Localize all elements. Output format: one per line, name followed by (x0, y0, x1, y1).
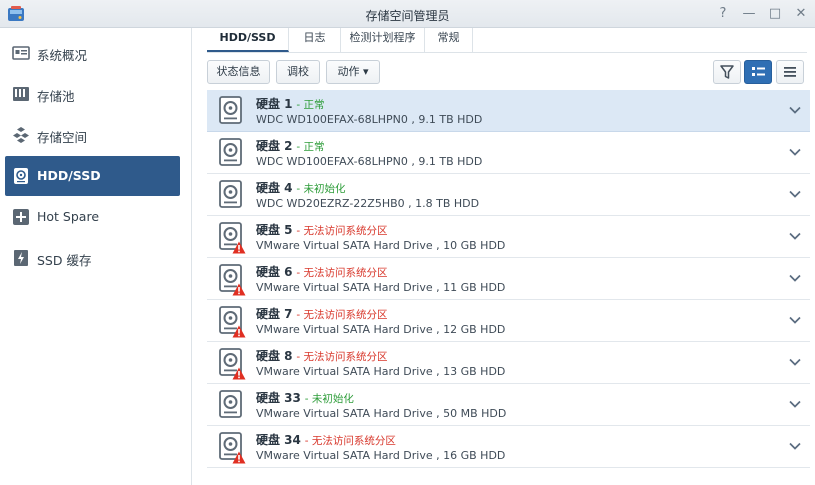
sidebar-item-label: Hot Spare (37, 209, 100, 224)
disk-name: 硬盘 33 (256, 391, 301, 405)
status-info-button[interactable]: 状态信息 (207, 60, 270, 84)
disk-status: - 正常 (296, 141, 325, 153)
warning-icon (232, 241, 246, 254)
disk-row[interactable]: 硬盘 33 - 未初始化 VMware Virtual SATA Hard Dr… (207, 384, 810, 426)
disk-description: VMware Virtual SATA Hard Drive , 12 GB H… (256, 323, 506, 336)
disk-row[interactable]: 硬盘 8 - 无法访问系统分区 VMware Virtual SATA Hard… (207, 342, 810, 384)
tab-bar: HDD/SSD 日志 检测计划程序 常规 (207, 28, 807, 53)
sidebar-item-volume[interactable]: 存储空间 (5, 115, 180, 155)
disk-description: VMware Virtual SATA Hard Drive , 11 GB H… (256, 281, 506, 294)
disk-status: - 正常 (296, 99, 325, 111)
hdd-icon (14, 168, 28, 184)
warning-icon (232, 325, 246, 338)
disk-name: 硬盘 5 (256, 223, 293, 237)
disk-name: 硬盘 34 (256, 433, 301, 447)
tab-log[interactable]: 日志 (289, 28, 341, 52)
disk-name: 硬盘 4 (256, 181, 293, 195)
detail-view-button[interactable] (744, 60, 772, 84)
sidebar-item-label: 存储空间 (37, 130, 88, 145)
disk-description: VMware Virtual SATA Hard Drive , 16 GB H… (256, 449, 506, 462)
disk-status: - 未初始化 (296, 183, 346, 195)
disk-row[interactable]: 硬盘 2 - 正常 WDC WD100EFAX-68LHPN0 , 9.1 TB… (207, 132, 810, 174)
sidebar-item-label: HDD/SSD (37, 168, 101, 183)
filter-button[interactable] (713, 60, 741, 84)
chevron-down-icon[interactable] (788, 103, 802, 117)
disk-row[interactable]: 硬盘 5 - 无法访问系统分区 VMware Virtual SATA Hard… (207, 216, 810, 258)
hard-disk-icon (219, 96, 242, 124)
sidebar-item-hdd-ssd[interactable]: HDD/SSD (5, 156, 180, 196)
disk-row[interactable]: 硬盘 1 - 正常 WDC WD100EFAX-68LHPN0 , 9.1 TB… (207, 90, 810, 132)
disk-row[interactable]: 硬盘 6 - 无法访问系统分区 VMware Virtual SATA Hard… (207, 258, 810, 300)
chevron-down-icon[interactable] (788, 229, 802, 243)
sidebar-item-hot-spare[interactable]: Hot Spare (5, 197, 180, 237)
title-bar: 存储空间管理员 ? — □ ✕ (0, 0, 815, 28)
disk-description: WDC WD100EFAX-68LHPN0 , 9.1 TB HDD (256, 113, 483, 126)
chevron-down-icon[interactable] (788, 397, 802, 411)
chevron-down-icon[interactable] (788, 439, 802, 453)
calibrate-button[interactable]: 调校 (276, 60, 320, 84)
disk-description: WDC WD100EFAX-68LHPN0 , 9.1 TB HDD (256, 155, 483, 168)
chevron-down-icon[interactable] (788, 355, 802, 369)
sidebar: 系统概况 存储池 存储空间 HDD/SSD Hot Spare SSD 缓存 (0, 28, 192, 485)
hard-disk-icon (219, 138, 242, 166)
sidebar-item-ssd-cache[interactable]: SSD 缓存 (5, 238, 180, 278)
minimize-button[interactable]: — (740, 5, 758, 23)
volume-icon (13, 127, 29, 143)
disk-description: VMware Virtual SATA Hard Drive , 50 MB H… (256, 407, 507, 420)
sidebar-item-overview[interactable]: 系统概况 (5, 33, 180, 73)
hot-spare-icon (13, 209, 29, 225)
action-dropdown-button[interactable]: 动作 ▾ (326, 60, 380, 84)
sidebar-item-label: 存储池 (37, 89, 75, 104)
chevron-down-icon[interactable] (788, 187, 802, 201)
disk-status: - 无法访问系统分区 (296, 225, 388, 237)
tab-hdd-ssd[interactable]: HDD/SSD (207, 28, 289, 52)
hard-disk-icon (219, 180, 242, 208)
disk-description: WDC WD20EZRZ-22Z5HB0 , 1.8 TB HDD (256, 197, 480, 210)
ssd-cache-icon (14, 250, 28, 266)
disk-status: - 无法访问系统分区 (296, 309, 388, 321)
sidebar-item-storage-pool[interactable]: 存储池 (5, 74, 180, 114)
list-view-button[interactable] (776, 60, 804, 84)
disk-name: 硬盘 7 (256, 307, 293, 321)
chevron-down-icon[interactable] (788, 271, 802, 285)
tab-test-scheduler[interactable]: 检测计划程序 (341, 28, 425, 52)
sidebar-item-label: SSD 缓存 (37, 253, 92, 268)
disk-row[interactable]: 硬盘 7 - 无法访问系统分区 VMware Virtual SATA Hard… (207, 300, 810, 342)
warning-icon (232, 283, 246, 296)
disk-name: 硬盘 8 (256, 349, 293, 363)
chevron-down-icon[interactable] (788, 145, 802, 159)
detail-list-icon (752, 67, 765, 76)
sidebar-item-label: 系统概况 (37, 48, 88, 63)
hard-disk-icon (219, 390, 242, 418)
tab-general[interactable]: 常规 (425, 28, 473, 52)
chevron-down-icon[interactable] (788, 313, 802, 327)
filter-icon (720, 65, 734, 79)
disk-status: - 无法访问系统分区 (304, 435, 396, 447)
overview-icon (12, 46, 30, 60)
disk-row[interactable]: 硬盘 4 - 未初始化 WDC WD20EZRZ-22Z5HB0 , 1.8 T… (207, 174, 810, 216)
disk-name: 硬盘 1 (256, 97, 293, 111)
storage-pool-icon (13, 87, 29, 101)
disk-name: 硬盘 6 (256, 265, 293, 279)
disk-row[interactable]: 硬盘 34 - 无法访问系统分区 VMware Virtual SATA Har… (207, 426, 810, 468)
warning-icon (232, 367, 246, 380)
disk-status: - 无法访问系统分区 (296, 267, 388, 279)
disk-status: - 无法访问系统分区 (296, 351, 388, 363)
disk-description: VMware Virtual SATA Hard Drive , 10 GB H… (256, 239, 506, 252)
list-icon (784, 67, 796, 77)
close-button[interactable]: ✕ (792, 5, 810, 23)
disk-name: 硬盘 2 (256, 139, 293, 153)
disk-status: - 未初始化 (304, 393, 354, 405)
warning-icon (232, 451, 246, 464)
maximize-button[interactable]: □ (766, 5, 784, 23)
window-title: 存储空间管理员 (365, 9, 450, 23)
help-button[interactable]: ? (714, 5, 732, 23)
disk-description: VMware Virtual SATA Hard Drive , 13 GB H… (256, 365, 506, 378)
